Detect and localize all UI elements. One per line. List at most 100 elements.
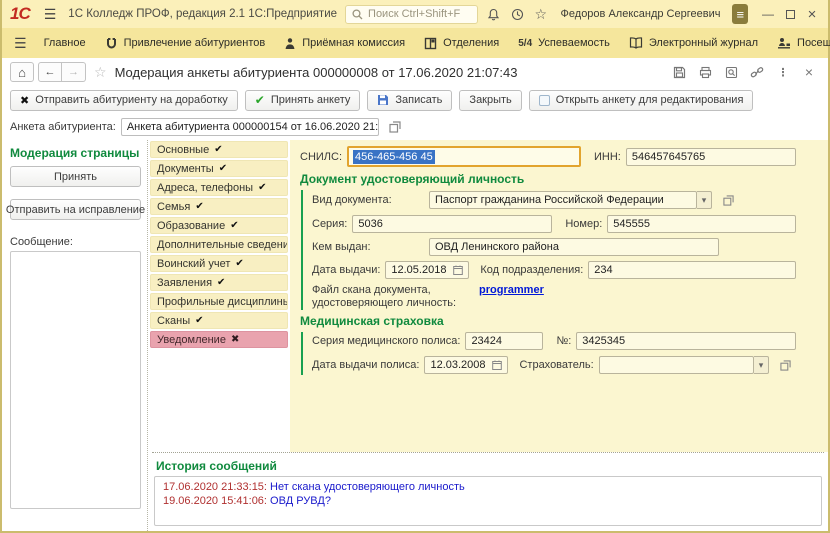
calendar-icon[interactable] (492, 360, 502, 370)
preview-icon[interactable] (720, 62, 742, 82)
inn-field[interactable]: 546457645765 (626, 148, 796, 166)
number-field[interactable]: 545555 (607, 215, 796, 233)
close-window-button[interactable]: × (802, 4, 822, 24)
insurance-section-title: Медицинская страховка (300, 314, 796, 328)
tab-profilnye-discipliny[interactable]: Профильные дисциплины✔ (150, 293, 288, 310)
insurer-label: Страхователь: (519, 359, 593, 371)
green-check-icon: ✔ (255, 93, 265, 107)
snils-field[interactable]: 456-465-456 45 (347, 146, 581, 167)
tab-adresa-telefony[interactable]: Адреса, телефоны✔ (150, 179, 288, 196)
insurer-dropdown-icon[interactable]: ▾ (754, 356, 769, 374)
calendar-icon[interactable] (453, 265, 463, 275)
scan-file-link[interactable]: programmer (479, 284, 544, 296)
book-icon (629, 37, 643, 49)
anketa-value-field[interactable]: Анкета абитуриента 000000154 от 16.06.20… (121, 118, 379, 136)
department-icon (424, 37, 437, 50)
insurer-field[interactable] (599, 356, 754, 374)
history-message: 17.06.2020 21:33:15: Нет скана удостовер… (163, 480, 813, 494)
menu-item-priemnaya-komissiya[interactable]: Приёмная комиссия (278, 37, 411, 50)
check-icon: ✔ (214, 144, 222, 155)
message-textarea[interactable] (10, 251, 141, 509)
series-field[interactable]: 5036 (352, 215, 552, 233)
scan-file-label: Файл скана документа, удостоверяющего ли… (312, 284, 456, 310)
check-icon: ✔ (217, 277, 225, 288)
print-icon[interactable] (694, 62, 716, 82)
accept-anketa-button[interactable]: ✔ Принять анкету (245, 90, 361, 111)
forward-button[interactable]: → (62, 62, 86, 82)
favorite-star-icon[interactable]: ☆ (90, 64, 111, 81)
send-back-button[interactable]: ✖ Отправить абитуриенту на доработку (10, 90, 238, 111)
tab-osnovnye[interactable]: Основные✔ (150, 141, 288, 158)
app-title: 1С Колледж ПРОФ, редакция 2.1 1С:Предпри… (68, 8, 337, 20)
window-controls: — × (758, 4, 822, 24)
menu-item-elektronny-zhurnal[interactable]: Электронный журнал (623, 37, 764, 49)
division-code-field[interactable]: 234 (588, 261, 796, 279)
more-actions-icon[interactable]: ⋮ (772, 62, 794, 82)
open-for-edit-button[interactable]: Открыть анкету для редактирования (529, 90, 754, 111)
division-code-label: Код подразделения: (480, 264, 583, 276)
main-menu-icon[interactable]: ☰ (40, 6, 61, 23)
person-icon (284, 37, 296, 50)
anketa-reference-row: Анкета абитуриента: Анкета абитуриента 0… (2, 114, 828, 140)
global-search-input[interactable]: Поиск Ctrl+Shift+F (345, 5, 478, 24)
doc-type-open-icon[interactable] (717, 190, 739, 210)
home-icon: ⌂ (18, 65, 26, 80)
policy-series-label: Серия медицинского полиса: (312, 335, 460, 347)
check-icon: ✔ (195, 315, 203, 326)
checkbox-icon (539, 95, 550, 106)
inn-label: ИНН: (594, 151, 621, 163)
send-fix-button[interactable]: Отправить на исправление (10, 199, 141, 220)
1c-logo-icon: 1С (8, 4, 32, 24)
tab-skany[interactable]: Сканы✔ (150, 312, 288, 329)
home-button[interactable]: ⌂ (10, 62, 34, 82)
issued-by-field[interactable]: ОВД Ленинского района (429, 238, 719, 256)
menu-item-glavnoe[interactable]: Главное (38, 37, 92, 49)
menu-item-uspevaemost[interactable]: 5/4 Успеваемость (512, 37, 616, 49)
message-label: Сообщение: (10, 236, 141, 248)
doc-type-field[interactable]: Паспорт гражданина Российской Федерации (429, 191, 697, 209)
accept-page-button[interactable]: Принять (10, 166, 141, 187)
policy-date-field[interactable]: 12.03.2008 (424, 356, 508, 374)
moderation-panel: Модерация страницы Принять Отправить на … (2, 140, 148, 531)
history-icon[interactable] (509, 4, 525, 24)
menu-item-poseshchaemost[interactable]: Посещаемость (771, 37, 830, 49)
favorites-star-icon[interactable]: ☆ (533, 4, 549, 24)
menu-item-privlechenie[interactable]: Привлечение абитуриентов (99, 37, 272, 50)
anketa-label: Анкета абитуриента: (10, 121, 116, 133)
save-record-button[interactable]: Записать (367, 90, 452, 111)
link-icon[interactable] (746, 62, 768, 82)
tab-zayavleniya[interactable]: Заявления✔ (150, 274, 288, 291)
tab-obrazovanie[interactable]: Образование✔ (150, 217, 288, 234)
tab-uvedomlenie[interactable]: Уведомление✖ (150, 331, 288, 348)
maximize-button[interactable] (780, 4, 800, 24)
current-user-name[interactable]: Федоров Александр Сергеевич (557, 8, 725, 20)
black-cross-icon: ✖ (20, 94, 29, 107)
doc-type-dropdown-icon[interactable]: ▾ (697, 191, 712, 209)
functions-menu-button[interactable]: ≡ (732, 4, 748, 24)
menu-item-otdeleniya[interactable]: Отделения (418, 37, 505, 50)
sections-menubar: ☰ Главное Привлечение абитуриентов Приём… (2, 28, 828, 58)
minimize-button[interactable]: — (758, 4, 778, 24)
anketa-form-panel: СНИЛС: 456-465-456 45 ИНН: 546457645765 … (290, 140, 828, 452)
tab-dokumenty[interactable]: Документы✔ (150, 160, 288, 177)
page-title: Модерация анкеты абитуриента 000000008 о… (115, 65, 518, 80)
close-form-icon[interactable]: × (798, 62, 820, 82)
insurer-open-icon[interactable] (774, 355, 796, 375)
tab-dopolnitelnye-svedeniya[interactable]: Дополнительные сведения✔ (150, 236, 288, 253)
save-icon[interactable] (668, 62, 690, 82)
notifications-bell-icon[interactable] (486, 4, 502, 24)
tab-semya[interactable]: Семья✔ (150, 198, 288, 215)
history-message: 19.06.2020 15:41:06: ОВД РУВД? (163, 494, 813, 508)
close-button[interactable]: Закрыть (459, 90, 521, 111)
form-body: Модерация страницы Принять Отправить на … (2, 140, 828, 531)
back-button[interactable]: ← (38, 62, 62, 82)
sections-list-icon[interactable]: ☰ (10, 35, 31, 52)
issue-date-field[interactable]: 12.05.2018 (385, 261, 469, 279)
tab-voinsky-uchet[interactable]: Воинский учет✔ (150, 255, 288, 272)
open-object-icon[interactable] (384, 117, 406, 137)
policy-series-field[interactable]: 23424 (465, 332, 543, 350)
policy-number-field[interactable]: 3425345 (576, 332, 796, 350)
search-placeholder: Поиск Ctrl+Shift+F (368, 8, 460, 20)
magnet-icon (105, 37, 118, 50)
form-header: ⌂ ← → ☆ Модерация анкеты абитуриента 000… (2, 58, 828, 86)
